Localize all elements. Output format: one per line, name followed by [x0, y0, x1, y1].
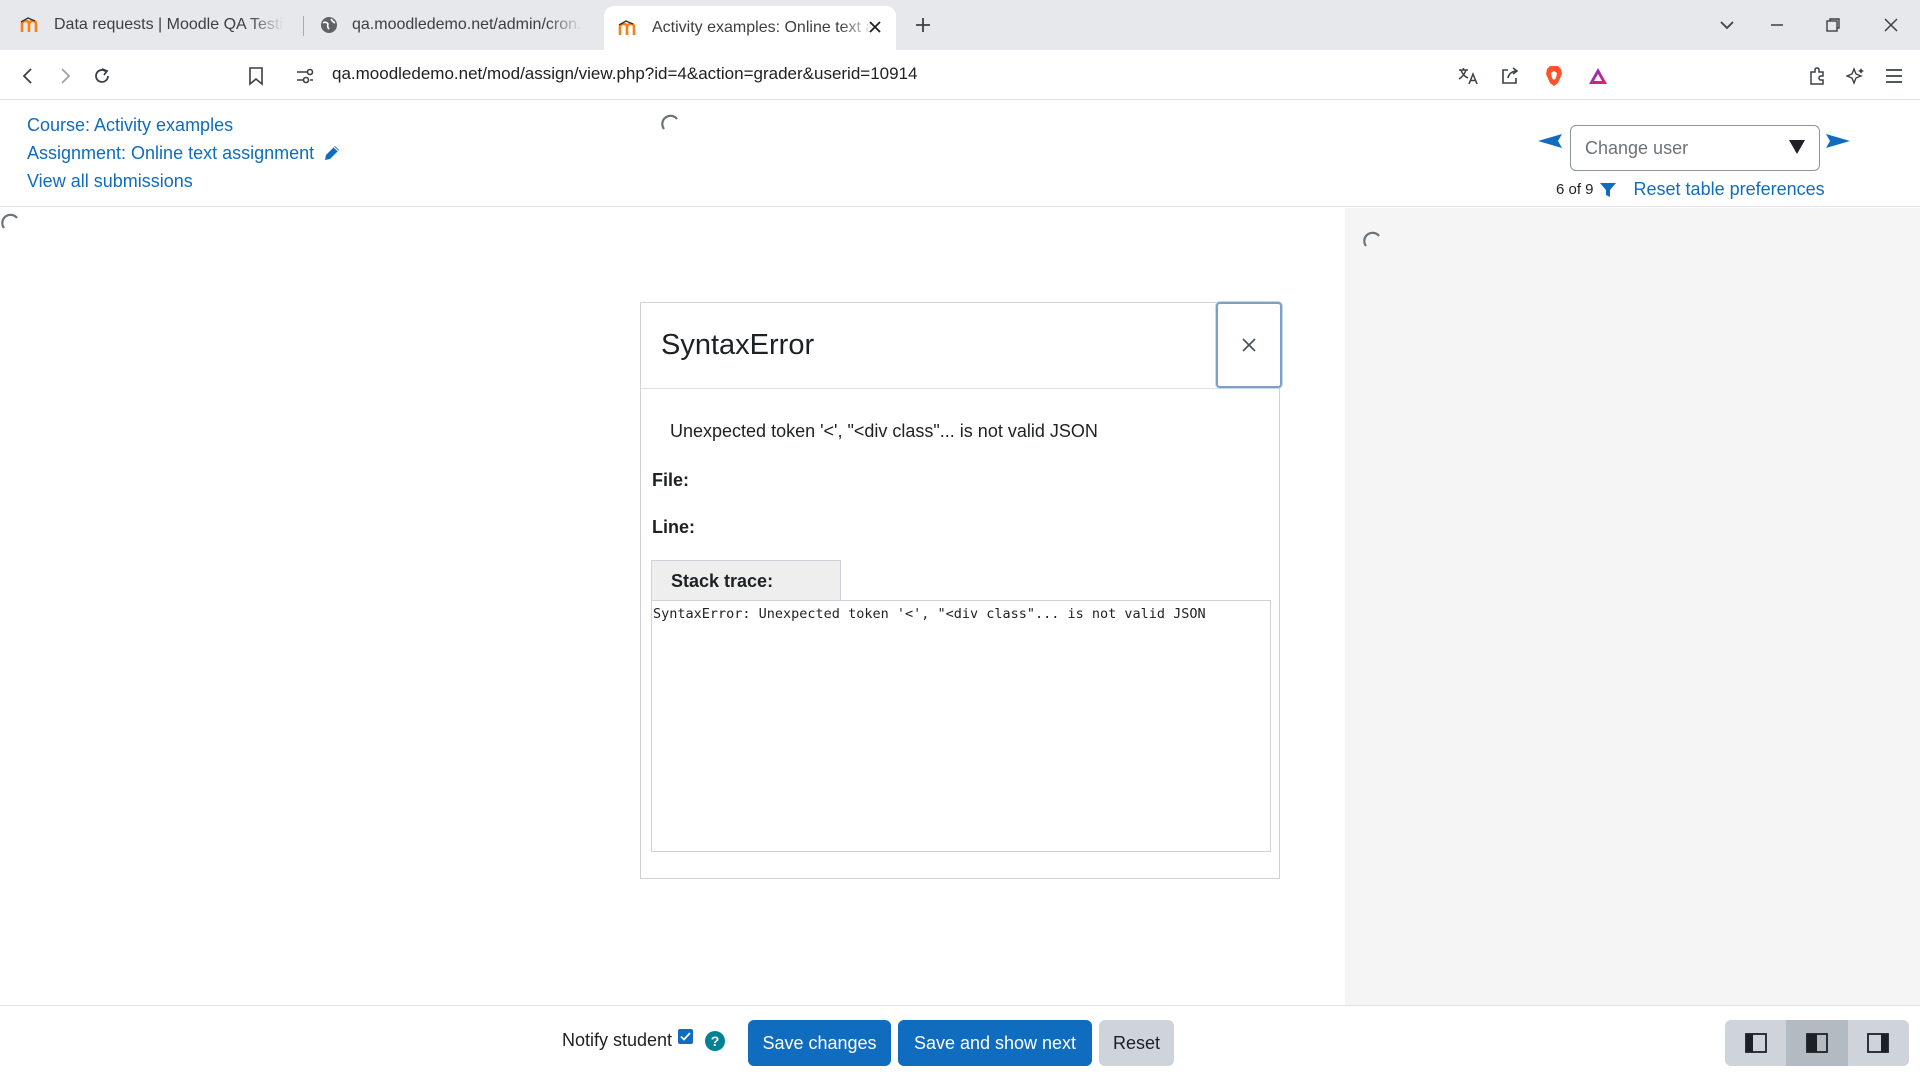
grader-breadcrumb: Course: Activity examples Assignment: On…: [27, 111, 342, 195]
line-label: Line:: [652, 517, 695, 537]
modal-close-button[interactable]: [1216, 302, 1282, 388]
course-link[interactable]: Course: Activity examples: [27, 111, 342, 139]
brave-shield-icon[interactable]: [1540, 62, 1568, 90]
browser-tab-cron[interactable]: qa.moodledemo.net/admin/cron.php: [308, 6, 600, 44]
stack-trace-text[interactable]: SyntaxError: Unexpected token '<', "<div…: [651, 600, 1271, 852]
browser-tab-data-requests[interactable]: Data requests | Moodle QA Testing: [12, 6, 302, 44]
grader-header: Course: Activity examples Assignment: On…: [0, 101, 1920, 207]
minimize-icon[interactable]: [1762, 10, 1792, 40]
layout-collapse-grade-button[interactable]: [1725, 1020, 1786, 1066]
menu-icon[interactable]: [1880, 62, 1908, 90]
bookmark-icon[interactable]: [242, 62, 270, 90]
reset-table-preferences-link[interactable]: Reset table preferences: [1634, 179, 1825, 200]
close-window-icon[interactable]: [1876, 10, 1906, 40]
reload-icon[interactable]: [88, 62, 116, 90]
tab-title: Data requests | Moodle QA Testing: [54, 16, 284, 33]
save-and-show-next-button[interactable]: Save and show next: [898, 1020, 1092, 1066]
moodle-icon: [618, 17, 640, 39]
loading-spinner-icon: [1363, 231, 1380, 247]
assignment-link[interactable]: Assignment: Online text assignment: [27, 139, 314, 167]
previous-user-icon[interactable]: [1538, 134, 1562, 148]
error-modal: SyntaxError Unexpected token '<', "<div …: [640, 302, 1282, 879]
grade-panel: [1345, 208, 1920, 1005]
save-changes-button[interactable]: Save changes: [748, 1020, 891, 1066]
extensions-icon[interactable]: [1803, 62, 1831, 90]
error-message: Unexpected token '<', "<div class"... is…: [670, 421, 1098, 441]
next-user-icon[interactable]: [1826, 134, 1850, 148]
stack-trace-label: Stack trace:: [651, 560, 841, 600]
split-panel-icon: [1806, 1033, 1828, 1053]
browser-tab-strip: Data requests | Moodle QA Testing qa.moo…: [0, 0, 1920, 50]
pencil-icon[interactable]: [322, 143, 342, 163]
modal-header: SyntaxError: [641, 303, 1279, 389]
notify-student: Notify student ?: [562, 1029, 726, 1051]
forward-icon[interactable]: [51, 62, 79, 90]
modal-title: SyntaxError: [661, 329, 815, 361]
tab-title: qa.moodledemo.net/admin/cron.php: [352, 16, 582, 33]
user-count-row: 6 of 9 Reset table preferences: [1556, 179, 1825, 200]
right-panel-icon: [1867, 1033, 1890, 1053]
tab-title: Activity examples: Online text assignmen…: [652, 19, 874, 36]
globe-icon: [318, 14, 340, 36]
layout-collapse-review-button[interactable]: [1848, 1020, 1909, 1066]
change-user-placeholder: Change user: [1585, 138, 1689, 158]
close-icon: [1242, 338, 1256, 352]
tab-list-chevron-icon[interactable]: [1712, 10, 1742, 40]
site-settings-icon[interactable]: [291, 62, 319, 90]
user-count: 6 of 9: [1556, 181, 1594, 198]
moodle-icon: [20, 14, 42, 36]
change-user-select[interactable]: Change user: [1570, 125, 1820, 171]
notify-student-label: Notify student: [562, 1030, 673, 1050]
loading-spinner-icon: [661, 114, 678, 130]
new-tab-icon[interactable]: [910, 12, 936, 38]
close-tab-icon[interactable]: [864, 16, 886, 38]
left-panel-icon: [1744, 1033, 1767, 1053]
address-bar-url[interactable]: qa.moodledemo.net/mod/assign/view.php?id…: [332, 64, 918, 84]
help-icon[interactable]: ?: [705, 1030, 726, 1051]
file-label: File:: [652, 470, 690, 490]
filter-icon[interactable]: [1599, 182, 1616, 198]
caret-down-icon: [1789, 140, 1805, 154]
reset-button[interactable]: Reset: [1099, 1020, 1174, 1066]
triangle-icon[interactable]: [1584, 62, 1612, 90]
loading-spinner-icon: [1, 213, 18, 229]
layout-default-button[interactable]: [1786, 1020, 1848, 1066]
grader-footer: Notify student ? Save changes Save and s…: [0, 1005, 1920, 1080]
leo-ai-icon[interactable]: [1842, 62, 1870, 90]
layout-toggle-group: [1725, 1020, 1909, 1066]
restore-icon[interactable]: [1818, 10, 1848, 40]
browser-toolbar: qa.moodledemo.net/mod/assign/view.php?id…: [0, 50, 1920, 100]
translate-icon[interactable]: [1454, 62, 1482, 90]
browser-tab-activity-examples[interactable]: Activity examples: Online text assignmen…: [604, 6, 896, 50]
view-all-submissions-link[interactable]: View all submissions: [27, 167, 342, 195]
share-icon[interactable]: [1496, 62, 1524, 90]
notify-student-checkbox[interactable]: [678, 1029, 694, 1044]
tab-separator: [303, 16, 304, 36]
back-icon[interactable]: [14, 62, 42, 90]
